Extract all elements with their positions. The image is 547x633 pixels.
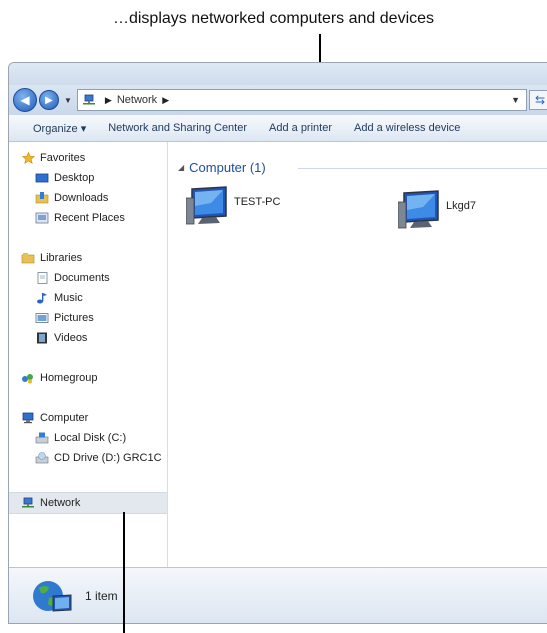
- group-header-label: Computer (1): [189, 160, 266, 175]
- nav-label: Desktop: [54, 172, 95, 184]
- organize-button[interactable]: Organize ▾: [9, 122, 97, 135]
- nav-label: CD Drive (D:) GRC1C: [54, 452, 162, 464]
- group-divider: [298, 168, 547, 169]
- pictures-icon: [35, 312, 49, 324]
- nav-libraries[interactable]: Libraries: [9, 248, 167, 268]
- breadcrumb-network[interactable]: Network: [117, 94, 157, 106]
- nav-label: Downloads: [54, 192, 109, 204]
- star-icon: [21, 152, 35, 164]
- status-bar: 1 item: [9, 567, 547, 623]
- group-header[interactable]: ◢ Computer (1): [178, 160, 266, 175]
- computer-monitor-icon: [186, 186, 227, 225]
- computer-item-test-pc[interactable]: TEST-PC: [186, 186, 280, 226]
- videos-icon: [35, 332, 49, 344]
- computer-monitor-icon: [398, 190, 439, 229]
- back-button[interactable]: ◀: [13, 88, 37, 112]
- nav-cd-drive[interactable]: CD Drive (D:) GRC1C: [9, 448, 167, 468]
- main-pane: ◢ Computer (1) TEST-PC Lkgd7: [168, 142, 547, 568]
- network-globe-icon: [33, 580, 72, 612]
- recent-places-icon: [35, 212, 49, 224]
- nav-computer[interactable]: Computer: [9, 408, 167, 428]
- collapse-triangle-icon[interactable]: ◢: [178, 163, 184, 172]
- nav-local-disk[interactable]: Local Disk (C:): [9, 428, 167, 448]
- nav-label: Music: [54, 292, 83, 304]
- desktop-icon: [35, 172, 49, 184]
- address-bar[interactable]: ▶ Network ▶ ▼: [76, 89, 527, 111]
- breadcrumb-separator-icon[interactable]: ▶: [105, 95, 112, 106]
- content-area: Favorites Desktop Downloads Recent Place…: [9, 142, 547, 568]
- add-wireless-device-button[interactable]: Add a wireless device: [343, 122, 471, 134]
- nav-label: Libraries: [40, 252, 83, 264]
- nav-label: Computer: [40, 412, 89, 424]
- nav-homegroup[interactable]: Homegroup: [9, 368, 167, 388]
- nav-network[interactable]: Network: [9, 492, 167, 514]
- nav-label: Favorites: [40, 152, 86, 164]
- nav-documents[interactable]: Documents: [9, 268, 167, 288]
- nav-label: Local Disk (C:): [54, 432, 127, 444]
- nav-label: Videos: [54, 332, 88, 344]
- history-dropdown-icon[interactable]: ▼: [64, 96, 72, 105]
- callout-top-text: …displays networked computers and device…: [112, 10, 435, 27]
- network-icon: [21, 497, 35, 509]
- nav-music[interactable]: Music: [9, 288, 167, 308]
- nav-label: Network: [40, 497, 81, 509]
- libraries-folder-icon: [21, 252, 35, 264]
- downloads-folder-icon: [35, 192, 49, 204]
- computer-name: TEST-PC: [234, 196, 281, 208]
- nav-videos[interactable]: Videos: [9, 328, 167, 348]
- nav-favorites[interactable]: Favorites: [9, 148, 167, 168]
- computer-icon: [21, 412, 35, 424]
- callout-line-bottom: [123, 512, 125, 633]
- homegroup-icon: [21, 372, 35, 384]
- breadcrumb-separator-icon[interactable]: ▶: [162, 95, 169, 106]
- address-dropdown-icon[interactable]: ▼: [511, 95, 520, 105]
- navigation-pane: Favorites Desktop Downloads Recent Place…: [9, 142, 168, 568]
- local-disk-icon: [35, 432, 49, 444]
- music-note-icon: [35, 292, 49, 304]
- computer-item-lkgd7[interactable]: Lkgd7: [398, 190, 476, 230]
- computer-name: Lkgd7: [446, 200, 476, 212]
- nav-label: Recent Places: [54, 212, 125, 224]
- nav-desktop[interactable]: Desktop: [9, 168, 167, 188]
- title-bar: [9, 63, 547, 85]
- nav-pictures[interactable]: Pictures: [9, 308, 167, 328]
- nav-downloads[interactable]: Downloads: [9, 188, 167, 208]
- documents-icon: [35, 272, 49, 284]
- explorer-window: ◀ ▶ ▼ ▶ Network ▶ ▼ ⇆ Organize ▾ Network…: [8, 62, 547, 624]
- forward-button[interactable]: ▶: [39, 90, 59, 110]
- refresh-button[interactable]: ⇆: [529, 90, 547, 110]
- nav-label: Documents: [54, 272, 110, 284]
- network-sharing-center-button[interactable]: Network and Sharing Center: [97, 122, 258, 134]
- network-icon: [82, 94, 95, 105]
- command-toolbar: Organize ▾ Network and Sharing Center Ad…: [9, 115, 547, 142]
- address-row: ◀ ▶ ▼ ▶ Network ▶ ▼ ⇆: [9, 85, 547, 115]
- item-count: 1 item: [85, 588, 118, 603]
- nav-label: Pictures: [54, 312, 94, 324]
- cd-drive-icon: [35, 452, 49, 464]
- nav-recent-places[interactable]: Recent Places: [9, 208, 167, 228]
- add-printer-button[interactable]: Add a printer: [258, 122, 343, 134]
- nav-label: Homegroup: [40, 372, 98, 384]
